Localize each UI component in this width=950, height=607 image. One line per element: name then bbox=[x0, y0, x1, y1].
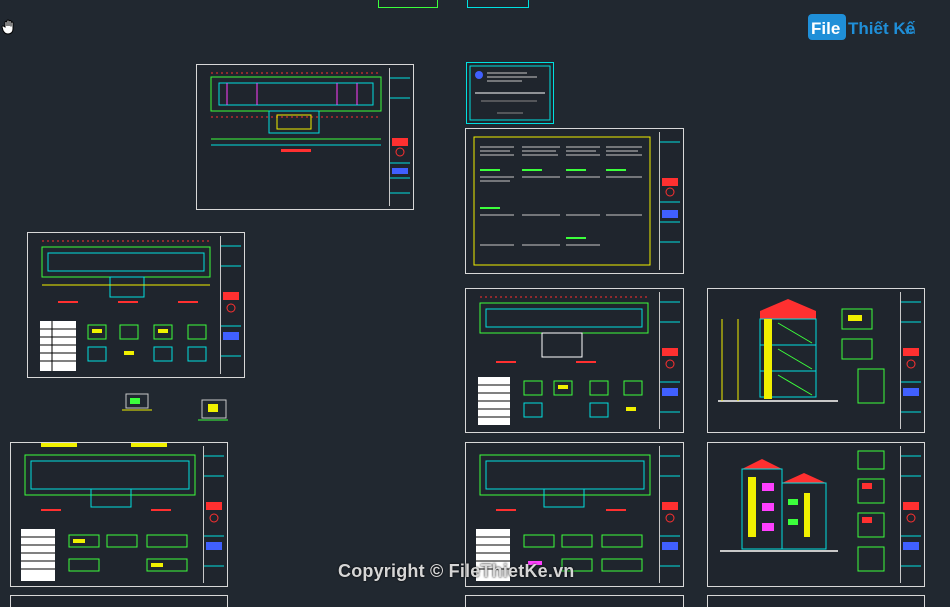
elevation-drawing bbox=[720, 450, 885, 572]
drawing-sheet-floor-plan-3[interactable] bbox=[465, 288, 684, 433]
floor-plan-drawing bbox=[210, 72, 382, 152]
cad-model-space[interactable]: File Thiết Kế .vn Copyright © FileThietK… bbox=[0, 0, 950, 607]
filethietke-logo: File Thiết Kế .vn bbox=[808, 14, 916, 40]
drawing-sheet-general-notes[interactable] bbox=[465, 128, 684, 274]
title-block bbox=[659, 132, 680, 270]
floor-plan-details-drawing bbox=[478, 296, 649, 425]
title-block bbox=[659, 292, 680, 429]
title-block bbox=[203, 446, 224, 583]
drawing-sheet-bottom-fragment-2[interactable] bbox=[465, 595, 684, 607]
loose-detail-1[interactable] bbox=[122, 388, 156, 414]
drawing-sheet-section-1[interactable] bbox=[707, 288, 925, 433]
title-block bbox=[900, 446, 921, 583]
title-block bbox=[659, 446, 680, 583]
floor-plan-details-drawing bbox=[21, 443, 196, 581]
section-drawing bbox=[718, 299, 885, 404]
logo-text-left: File bbox=[811, 19, 840, 38]
floor-plan-details-drawing bbox=[40, 240, 211, 371]
title-block bbox=[389, 68, 410, 206]
drawing-sheet-top-fragment-2[interactable] bbox=[467, 0, 529, 8]
drawing-sheet-cover[interactable] bbox=[466, 62, 554, 124]
loose-detail-2[interactable] bbox=[196, 396, 232, 424]
title-block bbox=[900, 292, 921, 429]
drawing-sheet-top-fragment-1[interactable] bbox=[378, 0, 438, 8]
drawing-sheet-floor-plan-4[interactable] bbox=[10, 442, 228, 587]
notes-drawing bbox=[473, 136, 651, 266]
drawing-sheet-bottom-fragment-3[interactable] bbox=[707, 595, 925, 607]
logo-text-suffix: .vn bbox=[902, 26, 915, 37]
drawing-sheet-elevation-1[interactable] bbox=[707, 442, 925, 587]
drawing-sheet-floor-plan-2[interactable] bbox=[27, 232, 245, 378]
cover-drawing bbox=[469, 65, 551, 121]
title-block bbox=[220, 236, 241, 374]
hand-pan-icon bbox=[1, 19, 14, 35]
copyright-watermark: Copyright © FileThietKe.vn bbox=[338, 561, 575, 581]
drawing-sheet-floor-plan-1[interactable] bbox=[196, 64, 414, 210]
drawing-sheet-bottom-fragment-1[interactable] bbox=[10, 595, 228, 607]
